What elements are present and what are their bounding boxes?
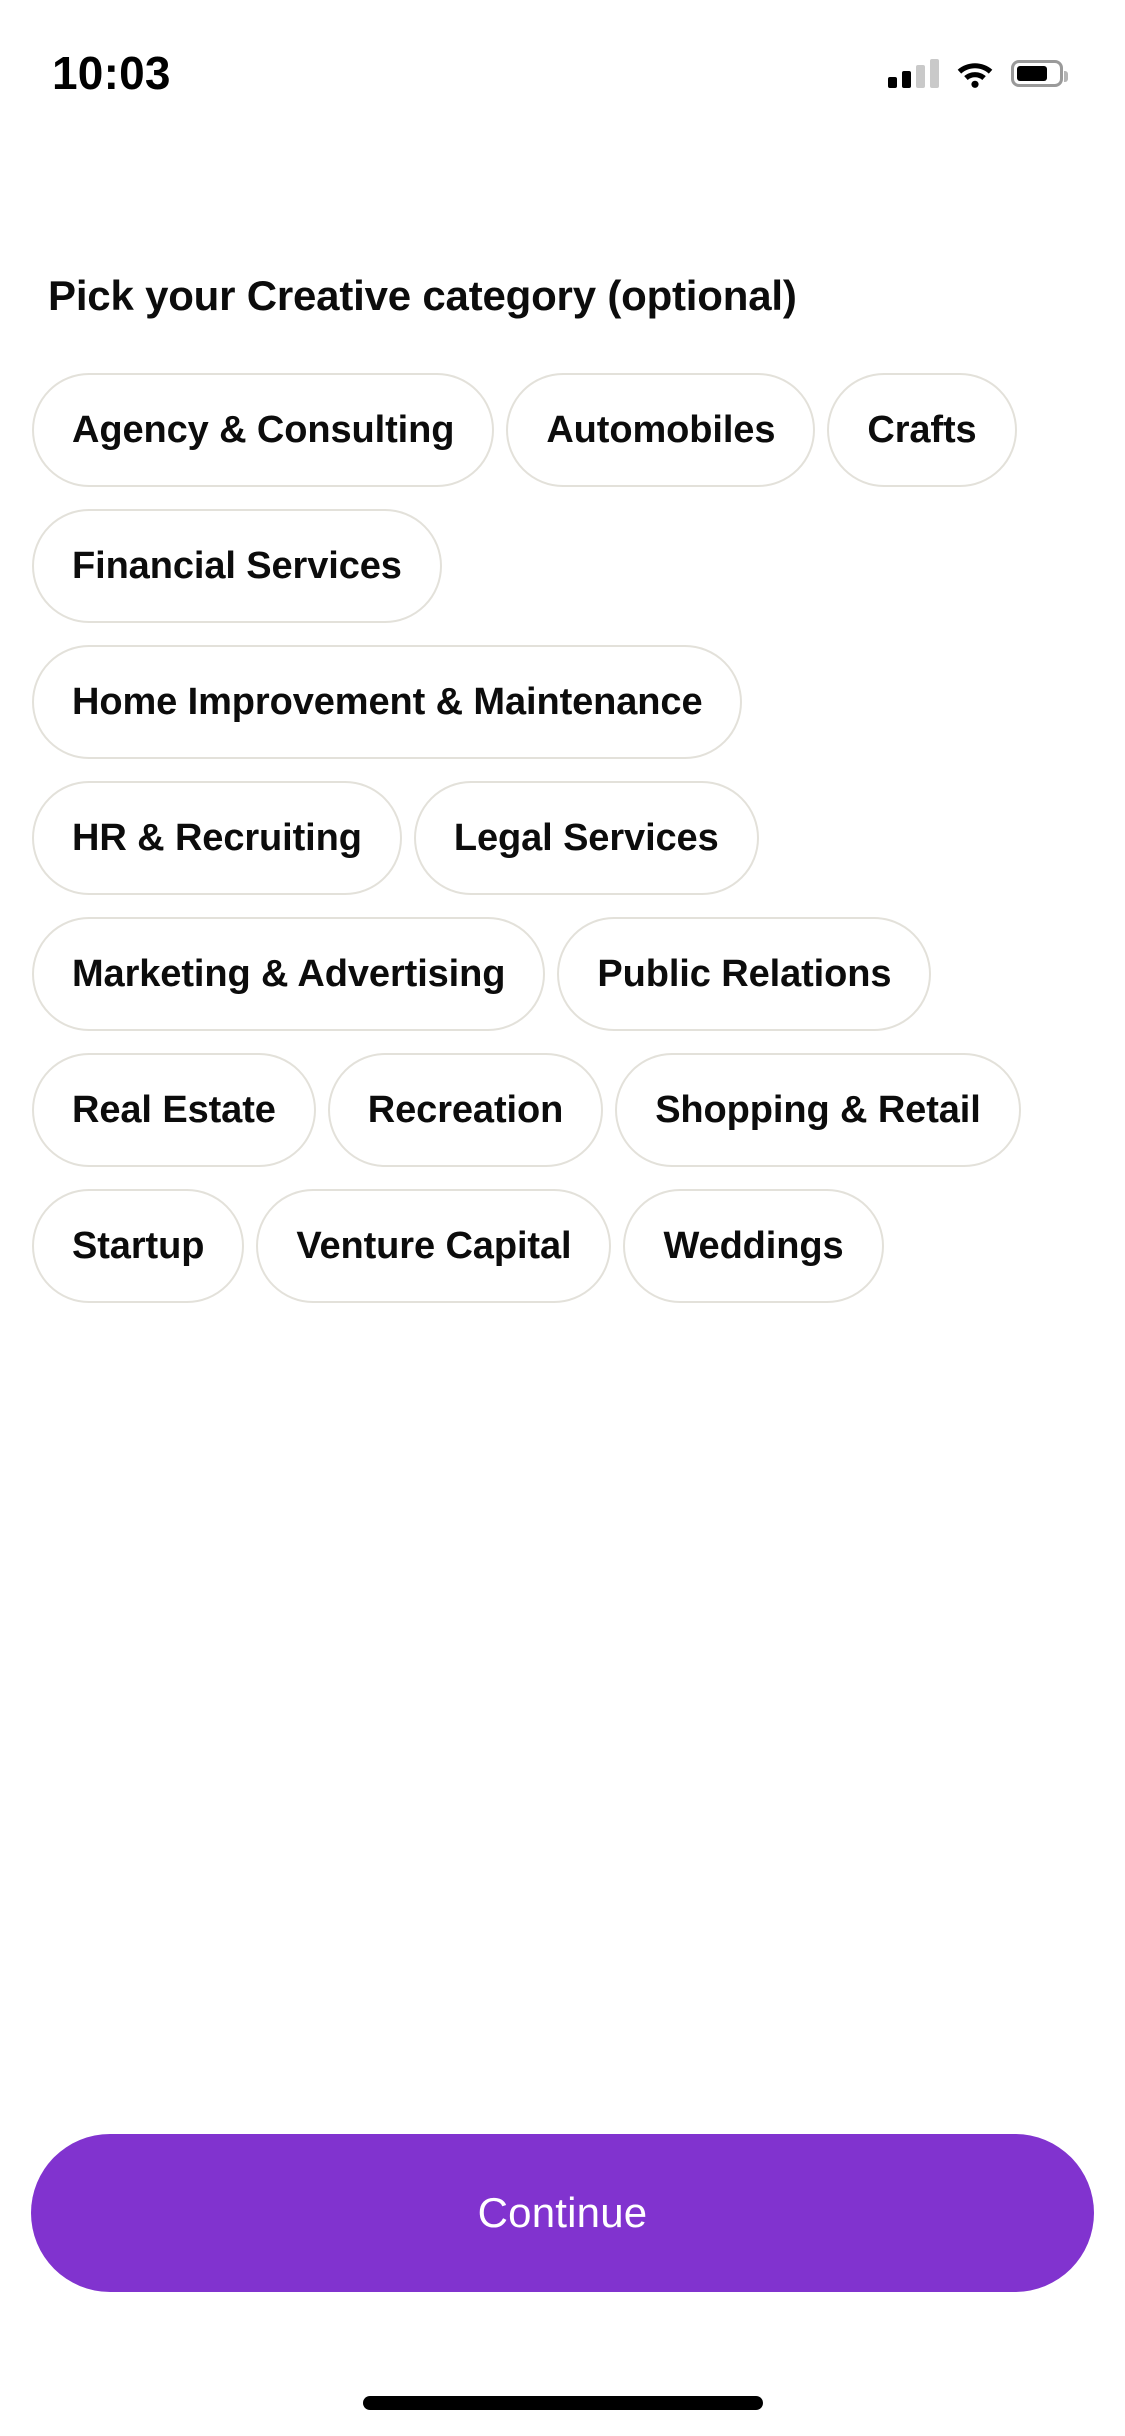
category-chip[interactable]: Public Relations [557,917,932,1031]
category-chip[interactable]: Real Estate [32,1053,316,1167]
category-chip[interactable]: Crafts [827,373,1017,487]
category-chip[interactable]: HR & Recruiting [32,781,402,895]
battery-icon [1011,59,1068,87]
category-chip[interactable]: Startup [32,1189,245,1303]
category-chip[interactable]: Home Improvement & Maintenance [32,645,743,759]
page-title: Pick your Creative category (optional) [48,272,797,319]
app-screen: 10:03 Pick your Creative category (optio… [0,0,1125,2436]
status-bar-time: 10:03 [52,47,171,99]
status-bar-icons [888,44,1068,88]
continue-button[interactable]: Continue [31,2134,1094,2292]
category-chip-list: Agency & Consulting Automobiles Crafts Fina… [32,373,1092,1303]
category-chip[interactable]: Agency & Consulting [32,373,495,487]
category-chip[interactable]: Automobiles [506,373,816,487]
home-indicator [362,2396,763,2410]
cellular-signal-icon [888,58,939,88]
category-chip[interactable]: Legal Services [413,781,759,895]
category-chip[interactable]: Venture Capital [256,1189,612,1303]
category-chip[interactable]: Weddings [623,1189,884,1303]
category-chip[interactable]: Marketing & Advertising [32,917,546,1031]
category-chip[interactable]: Recreation [327,1053,604,1167]
status-bar: 10:03 [0,0,1125,132]
wifi-icon [955,59,995,88]
category-chip[interactable]: Shopping & Retail [615,1053,1021,1167]
category-chip[interactable]: Financial Services [32,509,442,623]
